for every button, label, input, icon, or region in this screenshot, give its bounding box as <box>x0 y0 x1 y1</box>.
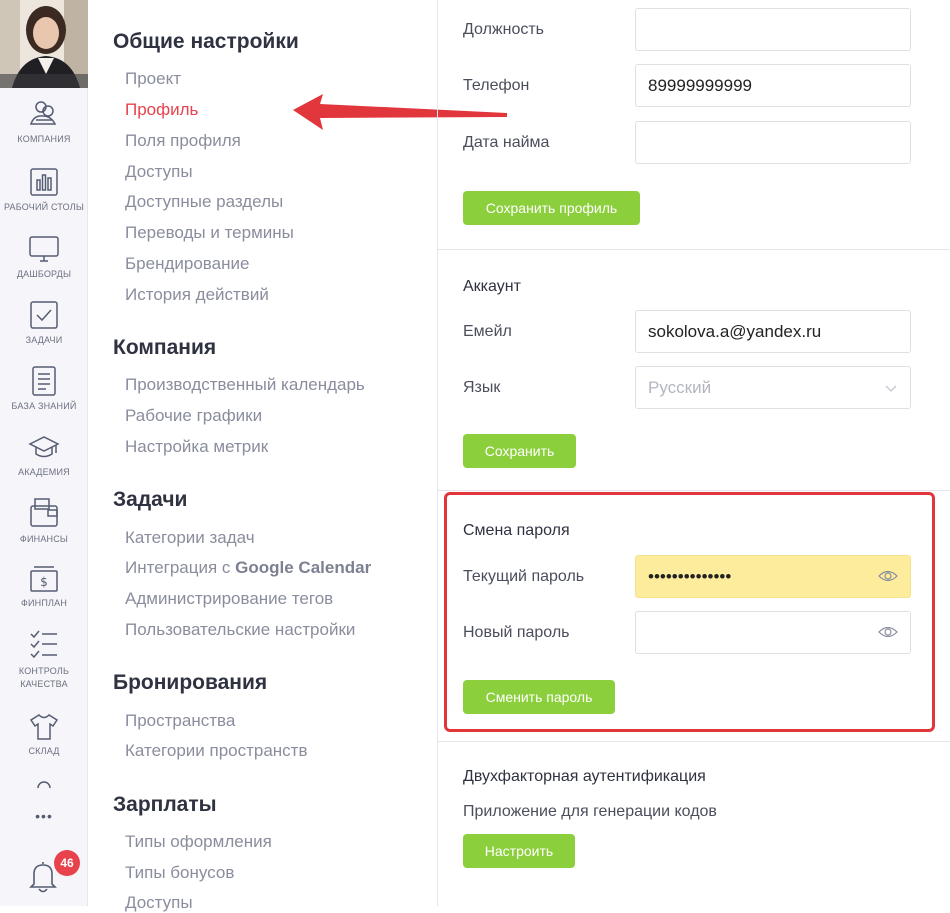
menu-item-translations[interactable]: Переводы и термины <box>125 223 294 243</box>
rail-tasks[interactable]: ЗАДАЧИ <box>0 299 88 347</box>
cash-icon: $ <box>30 566 58 592</box>
menu-item-spaces[interactable]: Пространства <box>125 711 235 731</box>
menu-item-tags[interactable]: Администрирование тегов <box>125 589 333 609</box>
company-icon <box>29 101 57 125</box>
desktop-charts-icon <box>30 168 58 196</box>
google-calendar-label: Google Calendar <box>235 558 372 577</box>
menu-item-space-categories[interactable]: Категории пространств <box>125 741 308 761</box>
hire-date-label: Дата найма <box>463 134 550 151</box>
save-account-button[interactable]: Сохранить <box>463 434 576 468</box>
menu-section-title: Общие настройки <box>113 30 299 53</box>
more-button[interactable]: ••• <box>0 808 88 824</box>
rail-knowledge[interactable]: БАЗА ЗНАНИЙ <box>0 365 88 413</box>
rail-quality[interactable]: КОНТРОЛЬ КАЧЕСТВА <box>0 628 88 691</box>
rail-finance[interactable]: ФИНАНСЫ <box>0 496 88 546</box>
rail-desktops[interactable]: РАБОЧИЙ СТОЛЫ <box>0 166 88 214</box>
spinner-icon <box>37 781 51 789</box>
notification-badge: 46 <box>54 850 80 876</box>
rail-label: РАБОЧИЙ СТОЛЫ <box>3 202 85 212</box>
email-field[interactable]: sokolova.a@yandex.ru <box>635 310 911 353</box>
tshirt-icon <box>29 714 59 740</box>
menu-item-salary-access[interactable]: Доступы <box>125 893 193 913</box>
save-profile-button[interactable]: Сохранить профиль <box>463 191 640 225</box>
twofa-setup-button[interactable]: Настроить <box>463 834 575 868</box>
menu-item-available-sections[interactable]: Доступные разделы <box>125 192 283 212</box>
menu-section-title: Компания <box>113 336 217 359</box>
language-select[interactable]: Русский <box>635 366 911 409</box>
rail-academy[interactable]: АКАДЕМИЯ <box>0 433 88 479</box>
checklist-icon <box>30 630 57 659</box>
menu-item-access[interactable]: Доступы <box>125 162 193 182</box>
twofa-title: Двухфакторная аутентификация <box>463 768 706 785</box>
checkbox-icon <box>30 301 58 329</box>
menu-item-profile-fields[interactable]: Поля профиля <box>125 131 241 151</box>
settings-menu: Общие настройки Проект Профиль Поля проф… <box>88 0 507 912</box>
menu-item-work-schedules[interactable]: Рабочие графики <box>125 406 262 426</box>
monitor-icon <box>29 236 59 262</box>
rail-label: ФИНПЛАН <box>20 598 68 608</box>
rail-label: ФИНАНСЫ <box>19 534 69 544</box>
menu-item-user-settings[interactable]: Пользовательские настройки <box>125 620 355 640</box>
email-label: Емейл <box>463 323 512 340</box>
menu-section-title: Бронирования <box>113 671 268 694</box>
rail-label: БАЗА ЗНАНИЙ <box>11 401 77 411</box>
rail-label: СКЛАД <box>28 746 60 756</box>
document-icon <box>32 366 56 396</box>
twofa-subtitle: Приложение для генерации кодов <box>463 803 717 820</box>
menu-item-bonus-types[interactable]: Типы бонусов <box>125 863 234 883</box>
rail-label-line2: КАЧЕСТВА <box>20 679 68 689</box>
rail-finplan[interactable]: $ ФИНПЛАН <box>0 564 88 610</box>
rail-dashboards[interactable]: ДАШБОРДЫ <box>0 233 88 281</box>
section-divider <box>438 249 950 250</box>
menu-section-title: Зарплаты <box>113 793 217 816</box>
phone-label: Телефон <box>463 77 530 94</box>
rail-label: ДАШБОРДЫ <box>16 269 72 279</box>
menu-section-title: Задачи <box>113 488 188 511</box>
rail-warehouse[interactable]: СКЛАД <box>0 712 88 758</box>
menu-item-google-calendar[interactable]: Интеграция с Google Calendar <box>125 558 371 578</box>
chevron-down-icon <box>885 385 897 392</box>
menu-item-profile[interactable]: Профиль <box>125 100 198 120</box>
settings-content: Должность Телефон 89999999999 Дата найма… <box>438 0 950 906</box>
svg-text:$: $ <box>40 575 48 589</box>
menu-item-history[interactable]: История действий <box>125 285 269 305</box>
menu-item-label: Интеграция с <box>125 558 236 577</box>
menu-item-project[interactable]: Проект <box>125 69 181 89</box>
icon-rail: КОМПАНИЯ РАБОЧИЙ СТОЛЫ ДАШБОРДЫ ЗАДАЧИ Б… <box>0 0 88 906</box>
phone-field[interactable]: 89999999999 <box>635 64 911 107</box>
account-title: Аккаунт <box>463 278 521 295</box>
rail-label: КОНТРОЛЬ <box>18 666 70 676</box>
rail-label: ЗАДАЧИ <box>25 335 63 345</box>
position-field[interactable] <box>635 8 911 51</box>
wallet-icon <box>30 498 58 527</box>
language-value: Русский <box>648 378 712 397</box>
section-divider <box>438 490 950 491</box>
avatar[interactable] <box>0 0 88 88</box>
menu-item-task-categories[interactable]: Категории задач <box>125 528 255 548</box>
annotation-highlight-box <box>444 492 935 732</box>
menu-item-employment-types[interactable]: Типы оформления <box>125 832 272 852</box>
graduation-cap-icon <box>28 436 60 458</box>
rail-label: КОМПАНИЯ <box>17 134 71 144</box>
menu-item-branding[interactable]: Брендирование <box>125 254 249 274</box>
menu-item-metrics[interactable]: Настройка метрик <box>125 437 268 457</box>
menu-item-production-calendar[interactable]: Производственный календарь <box>125 375 365 395</box>
position-label: Должность <box>463 21 544 38</box>
rail-company[interactable]: КОМПАНИЯ <box>0 98 88 146</box>
language-label: Язык <box>463 379 501 396</box>
hire-date-field[interactable] <box>635 121 911 164</box>
section-divider <box>438 741 950 742</box>
rail-label: АКАДЕМИЯ <box>18 467 70 477</box>
